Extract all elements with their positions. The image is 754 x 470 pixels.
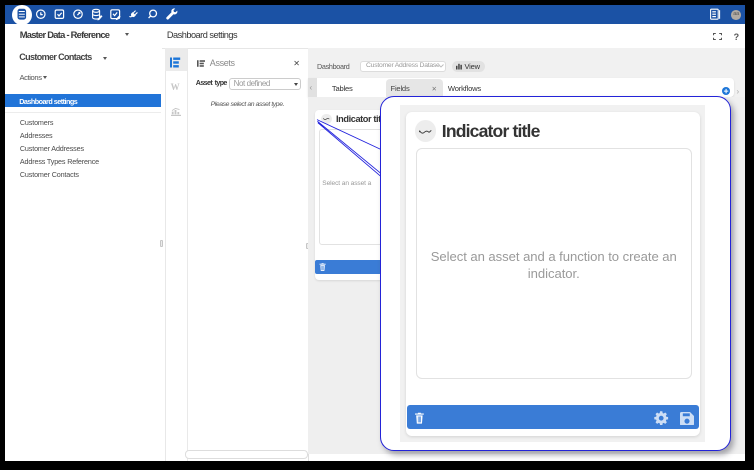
svg-text:W: W [171,82,180,92]
